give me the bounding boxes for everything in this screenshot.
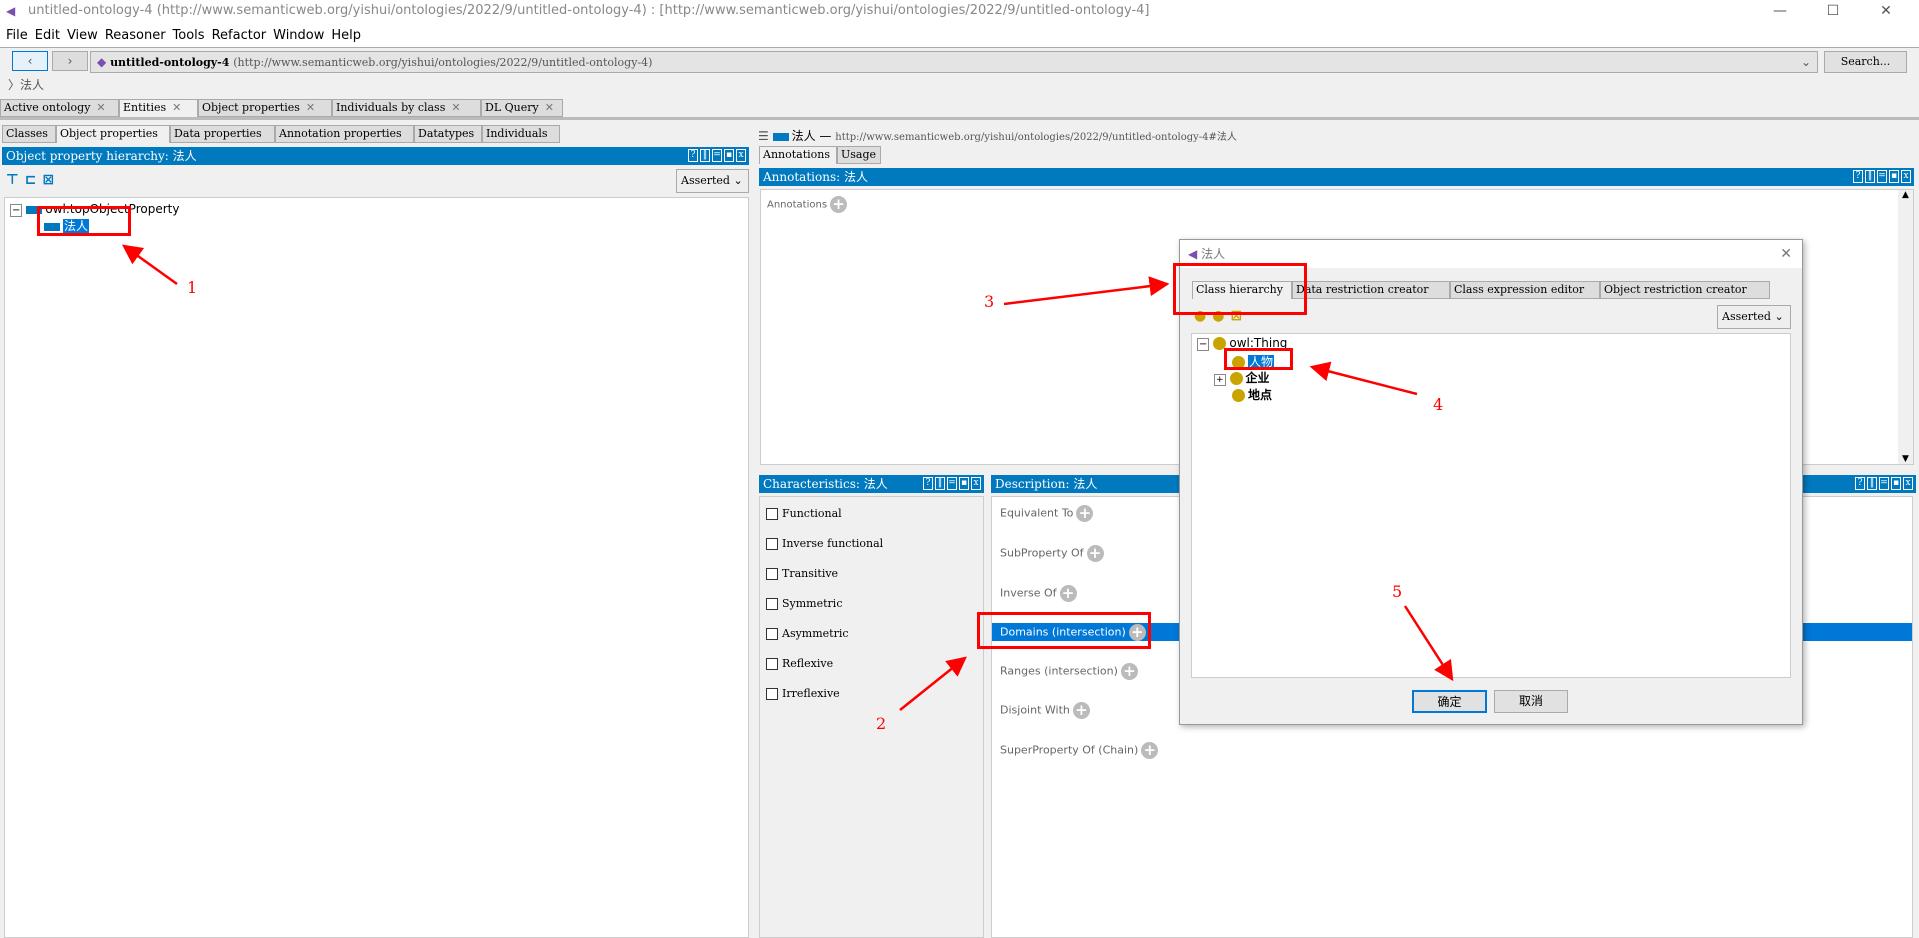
arrow-2 xyxy=(899,656,967,711)
arrow-4 xyxy=(1309,361,1418,396)
annotation-arrows xyxy=(121,244,1454,711)
arrow-3 xyxy=(1003,276,1170,306)
step-label-2: 2 xyxy=(876,714,887,733)
step-label-5: 5 xyxy=(1392,582,1403,601)
step-label-4: 4 xyxy=(1433,395,1444,414)
arrow-5 xyxy=(1403,605,1454,682)
step-label-1: 1 xyxy=(187,278,198,297)
arrow-1 xyxy=(121,244,178,286)
step-label-3: 3 xyxy=(984,292,995,311)
